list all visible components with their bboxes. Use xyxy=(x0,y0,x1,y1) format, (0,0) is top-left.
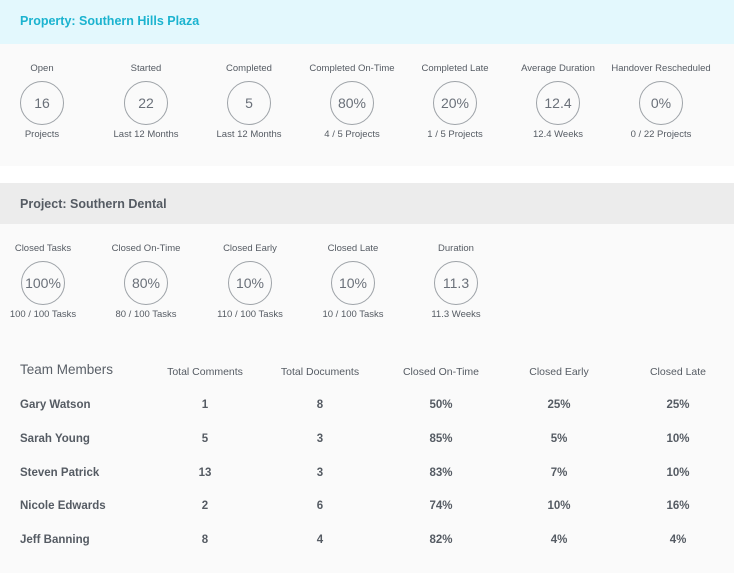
stat-circle: 10% xyxy=(228,261,272,305)
stat-sublabel: 10 / 100 Tasks xyxy=(322,309,384,320)
cell-value: 8 xyxy=(201,534,209,547)
table-row: Nicole Edwards 2 6 74% 10% 16% xyxy=(0,500,734,520)
cell-value: 83% xyxy=(429,466,453,479)
project-stat: Closed Early 10% 110 / 100 Tasks xyxy=(198,242,302,322)
property-stat: Completed Late 20% 1 / 5 Projects xyxy=(403,62,507,142)
stat-circle: 10% xyxy=(331,261,375,305)
cell-value: 2 xyxy=(201,500,209,513)
stat-sublabel: Last 12 Months xyxy=(113,129,179,140)
stat-label: Completed On-Time xyxy=(309,63,395,74)
cell-value: 6 xyxy=(316,500,324,513)
cell-value: 1 xyxy=(201,399,209,411)
cell-value: 5 xyxy=(201,432,209,445)
cell-value: 3 xyxy=(316,466,324,479)
project-stat: Closed On-Time 80% 80 / 100 Tasks xyxy=(94,242,198,322)
stat-sublabel: Last 12 Months xyxy=(216,129,282,140)
stat-circle: 16 xyxy=(20,81,64,125)
property-stat: Average Duration 12.4 12.4 Weeks xyxy=(506,62,610,142)
stat-label: Open xyxy=(30,63,54,74)
stat-circle: 100% xyxy=(21,261,65,305)
stat-circle: 20% xyxy=(433,81,477,125)
project-header: Project: Southern Dental xyxy=(0,183,734,224)
stat-circle: 22 xyxy=(124,81,168,125)
property-stat: Handover Rescheduled 0% 0 / 22 Projects xyxy=(609,62,713,142)
stat-circle: 11.3 xyxy=(434,261,478,305)
stat-label: Duration xyxy=(438,243,474,254)
property-header: Property: Southern Hills Plaza xyxy=(0,0,734,44)
cell-value: 4% xyxy=(669,534,687,547)
property-title: Property: Southern Hills Plaza xyxy=(20,14,200,28)
stat-circle: 5 xyxy=(227,81,271,125)
column-header: Total Documents xyxy=(280,366,360,378)
stat-sublabel: 4 / 5 Projects xyxy=(324,129,380,140)
stat-sublabel: 80 / 100 Tasks xyxy=(115,309,177,320)
stat-label: Completed Late xyxy=(421,63,489,74)
cell-value: 50% xyxy=(429,399,453,411)
table-row: Sarah Young 5 3 85% 5% 10% xyxy=(0,433,734,453)
property-stat: Completed On-Time 80% 4 / 5 Projects xyxy=(300,62,404,142)
stat-sublabel: Projects xyxy=(24,129,60,140)
stat-sublabel: 1 / 5 Projects xyxy=(427,129,483,140)
cell-value: 7% xyxy=(550,466,568,479)
member-name: Steven Patrick xyxy=(20,466,100,479)
stat-circle: 80% xyxy=(124,261,168,305)
table-row: Jeff Banning 8 4 82% 4% 4% xyxy=(0,534,734,554)
stat-label: Handover Rescheduled xyxy=(611,63,711,74)
cell-value: 10% xyxy=(666,466,690,479)
cell-value: 25% xyxy=(547,399,571,411)
stat-circle: 80% xyxy=(330,81,374,125)
column-header: Closed Late xyxy=(649,366,707,378)
table-row: Steven Patrick 13 3 83% 7% 10% xyxy=(0,467,734,487)
property-stat: Completed 5 Last 12 Months xyxy=(197,62,301,142)
cell-value: 13 xyxy=(198,466,212,479)
column-header: Closed Early xyxy=(529,366,589,378)
stat-label: Closed Early xyxy=(223,243,277,254)
project-stat: Duration 11.3 11.3 Weeks xyxy=(404,242,508,322)
cell-value: 85% xyxy=(429,432,453,445)
member-name: Jeff Banning xyxy=(20,534,90,547)
cell-value: 5% xyxy=(550,432,568,445)
project-stat: Closed Late 10% 10 / 100 Tasks xyxy=(301,242,405,322)
cell-value: 3 xyxy=(316,432,324,445)
cell-value: 8 xyxy=(316,399,324,411)
cell-value: 25% xyxy=(666,399,690,411)
stat-sublabel: 110 / 100 Tasks xyxy=(217,309,283,320)
stat-label: Average Duration xyxy=(521,63,595,74)
stat-label: Closed Late xyxy=(327,243,379,254)
member-name: Gary Watson xyxy=(20,399,91,411)
cell-value: 16% xyxy=(666,500,690,513)
cell-value: 74% xyxy=(429,500,453,513)
property-stats-panel: Open 16 Projects Started 22 Last 12 Months Com… xyxy=(0,44,734,166)
project-title: Project: Southern Dental xyxy=(20,197,167,211)
stat-sublabel: 0 / 22 Projects xyxy=(630,129,692,140)
property-stat: Started 22 Last 12 Months xyxy=(94,62,198,142)
stat-sublabel: 100 / 100 Tasks xyxy=(9,309,77,320)
stat-label: Completed xyxy=(226,63,272,74)
stat-sublabel: 11.3 Weeks xyxy=(431,309,481,320)
column-header: Closed On-Time xyxy=(402,366,480,378)
cell-value: 4% xyxy=(550,534,568,547)
stat-circle: 12.4 xyxy=(536,81,580,125)
table-row: Gary Watson 1 8 50% 25% 25% xyxy=(0,399,734,419)
cell-value: 10% xyxy=(666,432,690,445)
team-members-header: Team Members xyxy=(20,362,114,377)
stat-sublabel: 12.4 Weeks xyxy=(533,129,583,140)
member-name: Nicole Edwards xyxy=(20,500,106,513)
stat-circle: 0% xyxy=(639,81,683,125)
cell-value: 82% xyxy=(429,534,453,547)
project-stat: Closed Tasks 100% 100 / 100 Tasks xyxy=(0,242,95,322)
stat-label: Closed On-Time xyxy=(111,243,181,254)
member-name: Sarah Young xyxy=(20,432,90,445)
stat-label: Started xyxy=(130,63,162,74)
property-stat: Open 16 Projects xyxy=(0,62,94,142)
stat-label: Closed Tasks xyxy=(14,243,72,254)
column-header: Total Comments xyxy=(167,366,243,378)
cell-value: 10% xyxy=(547,500,571,513)
cell-value: 4 xyxy=(316,534,324,547)
